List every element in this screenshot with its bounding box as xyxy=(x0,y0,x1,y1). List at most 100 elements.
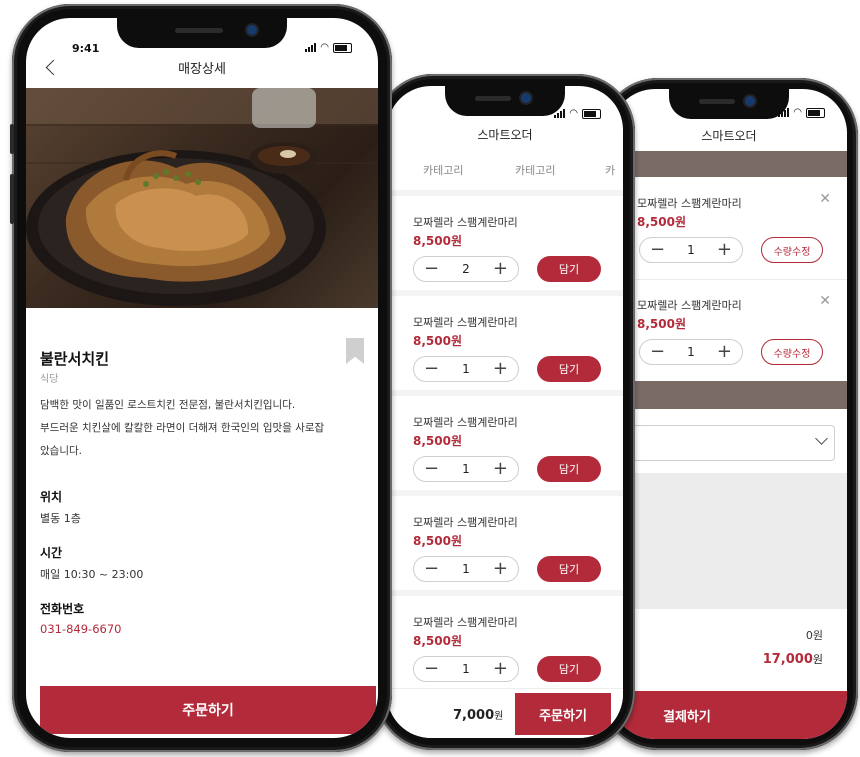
quantity-value: 1 xyxy=(462,562,470,576)
location-value: 별동 1층 xyxy=(40,512,81,525)
add-to-cart-button[interactable]: 담기 xyxy=(537,556,601,582)
menu-screen: ◠ 스마트오더 카테고리 카테고리 카 모짜렐라 스팸계란마리 8,500원 − 2 +… xyxy=(387,86,623,738)
grey-panel xyxy=(611,473,847,609)
total-amount: 17,000원 xyxy=(762,652,823,667)
add-to-cart-button[interactable]: 담기 xyxy=(537,256,601,282)
location-label: 위치 xyxy=(40,490,63,504)
discount-value: 0원 xyxy=(805,629,823,642)
edit-quantity-button[interactable]: 수량수정 xyxy=(761,339,823,365)
plus-icon[interactable]: + xyxy=(493,660,508,678)
close-icon[interactable]: ✕ xyxy=(819,293,831,309)
tab-category[interactable]: 카테고리 xyxy=(515,162,555,178)
menu-item: 모짜렐라 스팸계란마리 8,500원 − 1 + 담기 xyxy=(387,296,623,396)
minus-icon[interactable]: − xyxy=(650,241,665,259)
status-icons: ◠ xyxy=(554,108,601,119)
close-icon[interactable]: ✕ xyxy=(819,191,831,207)
add-to-cart-button[interactable]: 담기 xyxy=(537,456,601,482)
quantity-value: 1 xyxy=(462,362,470,376)
menu-item-name: 모짜렐라 스팸계란마리 xyxy=(413,216,518,229)
quantity-value: 1 xyxy=(687,243,695,257)
signal-icon xyxy=(554,109,566,118)
plus-icon[interactable]: + xyxy=(493,360,508,378)
menu-item-name: 모짜렐라 스팸계란마리 xyxy=(413,316,518,329)
cart-item-name: 모짜렐라 스팸계란마리 xyxy=(637,299,742,312)
menu-item-name: 모짜렐라 스팸계란마리 xyxy=(413,516,518,529)
store-photo xyxy=(26,88,378,308)
cart-item: 모짜렐라 스팸계란마리 8,500원 ✕ − 1 + 수량수정 xyxy=(611,177,847,279)
battery-icon xyxy=(582,108,601,119)
page-title: 스마트오더 xyxy=(477,128,533,142)
plus-icon[interactable]: + xyxy=(493,460,508,478)
notch xyxy=(669,89,789,119)
minus-icon[interactable]: − xyxy=(424,460,439,478)
menu-item: 모짜렐라 스팸계란마리 8,500원 − 1 + 담기 xyxy=(387,496,623,596)
phone-frame-menu: ◠ 스마트오더 카테고리 카테고리 카 모짜렐라 스팸계란마리 8,500원 − 2 +… xyxy=(375,74,635,750)
store-description: 담백한 맛이 일품인 로스트치킨 전문점, 불란서치킨입니다. 부드러운 치킨살… xyxy=(40,399,325,457)
menu-item-name: 모짜렐라 스팸계란마리 xyxy=(413,616,518,629)
quantity-stepper[interactable]: − 1 + xyxy=(413,656,519,682)
wifi-icon: ◠ xyxy=(569,108,578,119)
quantity-stepper[interactable]: − 2 + xyxy=(413,256,519,282)
cart-header-band xyxy=(611,151,847,177)
plus-icon[interactable]: + xyxy=(493,260,508,278)
quantity-value: 1 xyxy=(462,662,470,676)
order-button[interactable]: 주문하기 xyxy=(515,693,611,735)
hours-label: 시간 xyxy=(40,546,63,560)
add-to-cart-button[interactable]: 담기 xyxy=(537,356,601,382)
quantity-stepper[interactable]: − 1 + xyxy=(639,237,743,263)
quantity-stepper[interactable]: − 1 + xyxy=(413,356,519,382)
signal-icon xyxy=(778,108,790,117)
signal-icon xyxy=(305,43,317,52)
edit-quantity-button[interactable]: 수량수정 xyxy=(761,237,823,263)
phone-label: 전화번호 xyxy=(40,602,85,616)
minus-icon[interactable]: − xyxy=(424,660,439,678)
minus-icon[interactable]: − xyxy=(650,343,665,361)
add-to-cart-button[interactable]: 담기 xyxy=(537,656,601,682)
page-title: 매장상세 xyxy=(178,62,226,77)
plus-icon[interactable]: + xyxy=(717,241,732,259)
menu-item-price: 8,500원 xyxy=(413,234,462,248)
notch xyxy=(445,86,565,116)
store-screen: 9:41 ◠ 매장상세 불란서치킨 식당 담백한 맛이 일품인 로스트치킨 전문… xyxy=(26,18,378,738)
store-category: 식당 xyxy=(40,374,59,385)
status-icons: ◠ xyxy=(305,42,352,53)
hours-value: 매일 10:30 ~ 23:00 xyxy=(40,568,144,581)
status-icons: ◠ xyxy=(778,107,825,118)
minus-icon[interactable]: − xyxy=(424,360,439,378)
section-band xyxy=(611,381,847,409)
quantity-stepper[interactable]: − 1 + xyxy=(413,456,519,482)
cart-screen: ◠ 스마트오더 모짜렐라 스팸계란마리 8,500원 ✕ − 1 + 수량수정 … xyxy=(611,89,847,739)
cart-item: 모짜렐라 스팸계란마리 8,500원 ✕ − 1 + 수량수정 xyxy=(611,279,847,381)
pay-button[interactable]: 결제하기 xyxy=(611,691,847,739)
minus-icon[interactable]: − xyxy=(424,260,439,278)
quantity-value: 1 xyxy=(462,462,470,476)
battery-icon xyxy=(806,107,825,118)
select-dropdown[interactable] xyxy=(611,425,835,461)
quantity-stepper[interactable]: − 1 + xyxy=(413,556,519,582)
phone-frame-store: 9:41 ◠ 매장상세 불란서치킨 식당 담백한 맛이 일품인 로스트치킨 전문… xyxy=(10,4,392,752)
order-total: 7,000원 xyxy=(453,708,504,723)
menu-item-price: 8,500원 xyxy=(413,634,462,648)
cart-item-name: 모짜렐라 스팸계란마리 xyxy=(637,197,742,210)
tab-category[interactable]: 카테고리 xyxy=(423,162,463,178)
minus-icon[interactable]: − xyxy=(424,560,439,578)
menu-item: 모짜렐라 스팸계란마리 8,500원 − 1 + 담기 xyxy=(387,596,623,696)
bookmark-icon[interactable] xyxy=(346,338,364,364)
order-button[interactable]: 주문하기 xyxy=(40,686,376,734)
page-title: 스마트오더 xyxy=(701,129,757,143)
wifi-icon: ◠ xyxy=(320,42,329,53)
menu-item-price: 8,500원 xyxy=(413,434,462,448)
order-footer: 7,000원 주문하기 xyxy=(387,688,623,738)
plus-icon[interactable]: + xyxy=(717,343,732,361)
menu-item-price: 8,500원 xyxy=(413,334,462,348)
cart-item-price: 8,500원 xyxy=(637,317,686,331)
chevron-down-icon xyxy=(815,432,828,445)
plus-icon[interactable]: + xyxy=(493,560,508,578)
quantity-stepper[interactable]: − 1 + xyxy=(639,339,743,365)
menu-item: 모짜렐라 스팸계란마리 8,500원 − 1 + 담기 xyxy=(387,396,623,496)
tab-category[interactable]: 카 xyxy=(605,162,615,178)
phone-number-link[interactable]: 031-849-6670 xyxy=(40,622,121,636)
phone-frame-cart: ◠ 스마트오더 모짜렐라 스팸계란마리 8,500원 ✕ − 1 + 수량수정 … xyxy=(600,78,858,750)
status-time: 9:41 xyxy=(72,42,100,55)
menu-list: 모짜렐라 스팸계란마리 8,500원 −2 + 담기 모짜렐라 스팸계란마리 8,500원 −… xyxy=(387,196,623,696)
